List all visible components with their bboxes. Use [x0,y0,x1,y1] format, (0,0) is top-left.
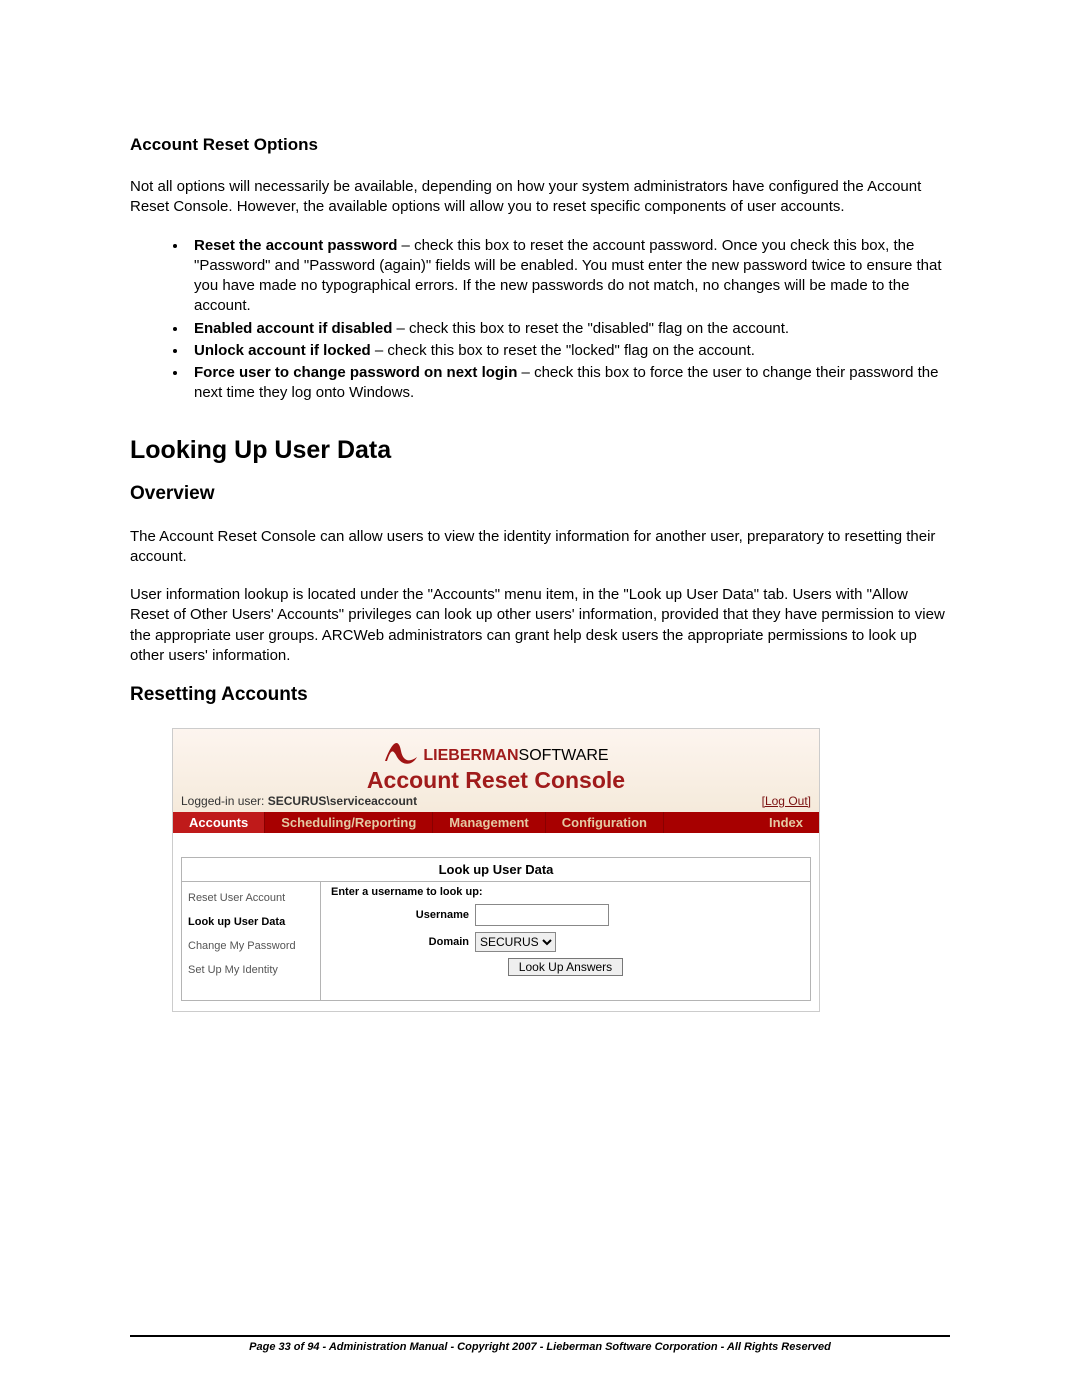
list-item: Force user to change password on next lo… [188,363,950,404]
lookup-panel: Look up User Data Reset User Account Loo… [181,857,811,1001]
paragraph: The Account Reset Console can allow user… [130,527,950,568]
footer-text: Page 33 of 94 - Administration Manual - … [130,1341,950,1353]
bullet-text: – check this box to reset the "locked" f… [371,342,755,359]
nav-configuration[interactable]: Configuration [546,812,664,833]
domain-label: Domain [331,936,475,948]
bullet-text: – check this box to reset the "disabled"… [392,320,789,337]
bullet-strong: Unlock account if locked [194,342,371,359]
heading-looking-up-user-data: Looking Up User Data [130,436,950,465]
main-navbar: Accounts Scheduling/Reporting Management… [173,812,819,833]
side-nav: Reset User Account Look up User Data Cha… [182,882,321,1000]
sidenav-set-up-my-identity[interactable]: Set Up My Identity [188,958,314,982]
brand-thin: SOFTWARE [519,747,609,764]
nav-management[interactable]: Management [433,812,545,833]
bullet-strong: Reset the account password [194,237,397,254]
paragraph: Not all options will necessarily be avai… [130,177,950,218]
list-item: Enabled account if disabled – check this… [188,319,950,339]
sidenav-reset-user-account[interactable]: Reset User Account [188,886,314,910]
username-input[interactable] [475,904,609,926]
form-prompt: Enter a username to look up: [331,886,800,898]
nav-scheduling-reporting[interactable]: Scheduling/Reporting [265,812,433,833]
footer-rule [130,1335,950,1337]
page-footer: Page 33 of 94 - Administration Manual - … [130,1335,950,1353]
logged-in-user-label: Logged-in user: SECURUS\serviceaccount [181,794,417,808]
bullet-strong: Enabled account if disabled [194,320,392,337]
domain-select[interactable]: SECURUS [475,932,556,952]
console-content: Look up User Data Reset User Account Loo… [173,833,819,1011]
subheading-overview: Overview [130,483,950,505]
logout-link[interactable]: [Log Out] [762,794,811,808]
nav-index[interactable]: Index [753,812,819,833]
brand-logo-row: LIEBERMANSOFTWARE [173,735,819,765]
list-item: Unlock account if locked – check this bo… [188,341,950,361]
paragraph: User information lookup is located under… [130,585,950,666]
brand-swoosh-icon [383,735,419,765]
brand-text: LIEBERMANSOFTWARE [423,747,608,765]
console-header: LIEBERMANSOFTWARE Account Reset Console … [173,729,819,812]
bullet-strong: Force user to change password on next lo… [194,364,517,381]
nav-accounts[interactable]: Accounts [173,812,265,833]
lookup-form: Enter a username to look up: Username Do… [321,882,810,1000]
options-bullet-list: Reset the account password – check this … [130,236,950,404]
username-label: Username [331,909,475,921]
logged-in-prefix: Logged-in user: [181,794,268,808]
brand-bold: LIEBERMAN [423,747,518,764]
section-heading-account-reset-options: Account Reset Options [130,135,950,155]
sidenav-change-my-password[interactable]: Change My Password [188,934,314,958]
console-screenshot: LIEBERMANSOFTWARE Account Reset Console … [172,728,820,1012]
logged-in-username: SECURUS\serviceaccount [268,794,417,808]
app-title: Account Reset Console [173,767,819,794]
panel-title: Look up User Data [182,858,810,882]
sidenav-look-up-user-data[interactable]: Look up User Data [188,910,314,934]
list-item: Reset the account password – check this … [188,236,950,317]
look-up-answers-button[interactable]: Look Up Answers [508,958,623,976]
subheading-resetting-accounts: Resetting Accounts [130,684,950,706]
